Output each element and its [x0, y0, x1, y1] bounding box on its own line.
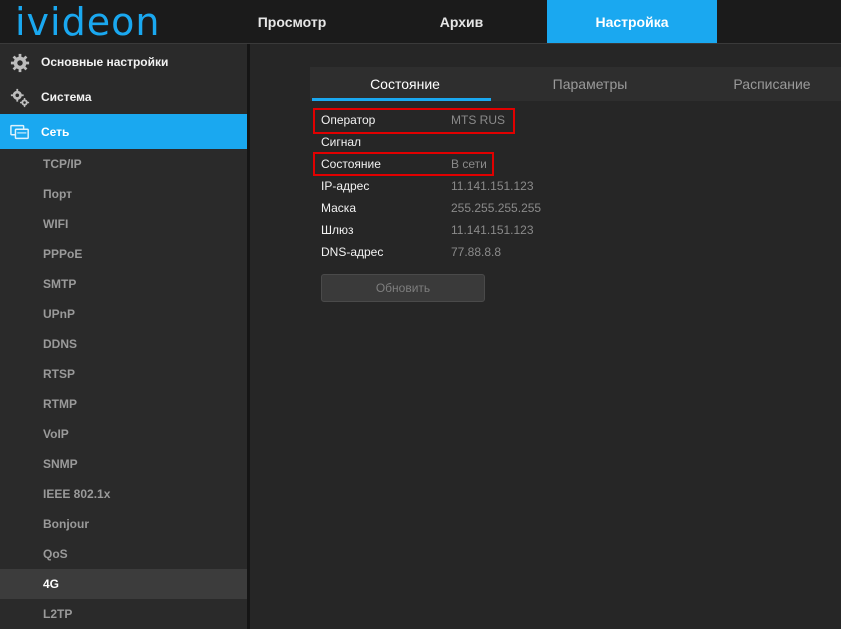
- sidebar-item-ieee8021x[interactable]: IEEE 802.1x: [0, 479, 247, 509]
- sidebar-item-pppoe[interactable]: PPPoE: [0, 239, 247, 269]
- status-value: 11.141.151.123: [451, 179, 534, 193]
- subtab-schedule[interactable]: Расписание: [687, 67, 841, 101]
- sidebar-item-ddns[interactable]: DDNS: [0, 329, 247, 359]
- network-icon: [10, 124, 29, 140]
- sidebar: Основные настройки Система Сеть TCP/IP П…: [0, 44, 247, 629]
- sidebar-item-rtsp[interactable]: RTSP: [0, 359, 247, 389]
- sidebar-item-voip[interactable]: VoIP: [0, 419, 247, 449]
- sidebar-item-wifi[interactable]: WIFI: [0, 209, 247, 239]
- gear-icon: [10, 53, 30, 73]
- sidebar-item-snmp[interactable]: SNMP: [0, 449, 247, 479]
- sidebar-section-label: Сеть: [41, 124, 70, 139]
- status-value: 77.88.8.8: [451, 245, 502, 259]
- refresh-button[interactable]: Обновить: [321, 274, 485, 302]
- status-key: Маска: [321, 201, 356, 215]
- status-value: 11.141.151.123: [451, 223, 534, 237]
- sidebar-item-tcpip[interactable]: TCP/IP: [0, 149, 247, 179]
- sidebar-item-4g[interactable]: 4G: [0, 569, 247, 599]
- sidebar-section-system[interactable]: Система: [0, 80, 247, 114]
- sidebar-item-smtp[interactable]: SMTP: [0, 269, 247, 299]
- active-subtab-indicator: [312, 98, 491, 101]
- sidebar-section-network[interactable]: Сеть: [0, 114, 247, 149]
- tab-settings[interactable]: Настройка: [547, 0, 717, 43]
- subtabs-bar: Состояние Параметры Расписание: [310, 67, 841, 101]
- sidebar-item-bonjour[interactable]: Bonjour: [0, 509, 247, 539]
- subtab-parameters[interactable]: Параметры: [495, 67, 685, 101]
- tab-view[interactable]: Просмотр: [208, 0, 376, 43]
- sidebar-item-rtmp[interactable]: RTMP: [0, 389, 247, 419]
- subtab-status[interactable]: Состояние: [310, 67, 500, 101]
- tab-archive[interactable]: Архив: [376, 0, 547, 43]
- sidebar-section-label: Основные настройки: [41, 55, 169, 69]
- status-key: IP-адрес: [321, 179, 370, 193]
- sidebar-item-l2tp[interactable]: L2TP: [0, 599, 247, 629]
- sidebar-section-label: Система: [41, 90, 92, 104]
- status-value: 255.255.255.255: [451, 201, 542, 215]
- sidebar-section-basic-settings[interactable]: Основные настройки: [0, 45, 247, 79]
- highlight-operator: [313, 108, 515, 134]
- top-bar: ivideon Просмотр Архив Настройка: [0, 0, 841, 43]
- status-key: DNS-адрес: [321, 245, 384, 259]
- gears-icon: [10, 88, 30, 108]
- sidebar-item-port[interactable]: Порт: [0, 179, 247, 209]
- highlight-state: [313, 152, 494, 176]
- status-key: Сигнал: [321, 135, 362, 149]
- status-key: Шлюз: [321, 223, 354, 237]
- sidebar-item-upnp[interactable]: UPnP: [0, 299, 247, 329]
- sidebar-item-qos[interactable]: QoS: [0, 539, 247, 569]
- ivideon-logo[interactable]: ivideon: [15, 2, 160, 42]
